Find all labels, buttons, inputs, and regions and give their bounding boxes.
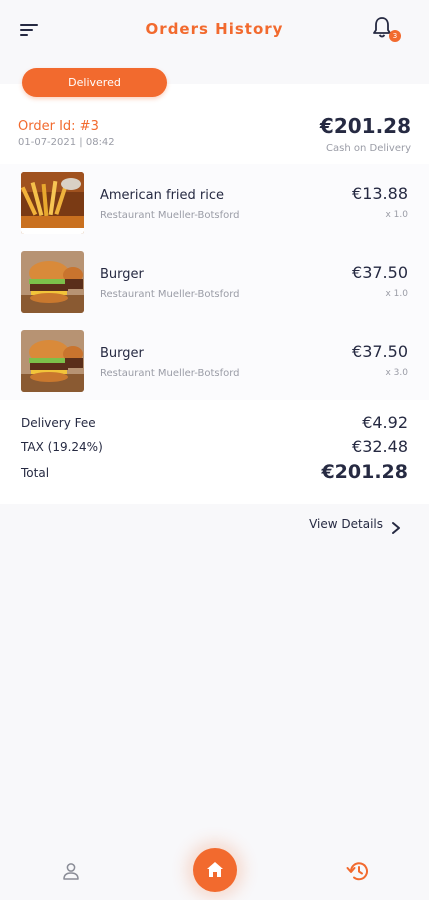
home-icon: [207, 862, 223, 877]
app-root: Orders History 3 Order Id: #3 01-07-2021…: [0, 0, 429, 900]
chevron-right-icon[interactable]: [391, 521, 401, 535]
list-item[interactable]: Burger Restaurant Mueller-Botsford €37.5…: [0, 247, 429, 317]
status-badge: Delivered: [22, 68, 167, 97]
notifications-button[interactable]: 3: [371, 16, 401, 44]
delivery-fee-value: €4.92: [362, 413, 408, 432]
header: Orders History 3: [0, 0, 429, 60]
fries-photo: [21, 172, 84, 234]
item-price: €37.50: [352, 263, 408, 282]
item-name: Burger: [100, 267, 144, 282]
order-card: Order Id: #3 01-07-2021 | 08:42 €201.28 …: [0, 84, 429, 504]
history-icon[interactable]: [345, 859, 371, 883]
total-label: Total: [21, 466, 50, 480]
home-button[interactable]: [193, 848, 237, 892]
page-title: Orders History: [145, 20, 284, 38]
order-datetime: 01-07-2021 | 08:42: [18, 137, 115, 148]
item-price: €13.88: [352, 184, 408, 203]
view-details-link[interactable]: View Details: [309, 517, 383, 531]
order-total: €201.28: [319, 114, 411, 138]
tax-value: €32.48: [352, 437, 408, 456]
user-icon[interactable]: [62, 862, 80, 880]
item-price: €37.50: [352, 342, 408, 361]
burger-photo: [21, 330, 84, 392]
item-restaurant: Restaurant Mueller-Botsford: [100, 289, 240, 300]
delivery-fee-label: Delivery Fee: [21, 416, 96, 430]
burger-photo: [21, 251, 84, 313]
item-restaurant: Restaurant Mueller-Botsford: [100, 210, 240, 221]
list-item[interactable]: Burger Restaurant Mueller-Botsford €37.5…: [0, 326, 429, 396]
bottom-nav: [0, 840, 429, 900]
total-value: €201.28: [321, 461, 408, 483]
item-quantity: x 1.0: [385, 210, 409, 220]
tax-label: TAX (19.24%): [21, 440, 103, 454]
item-quantity: x 3.0: [385, 368, 409, 378]
item-restaurant: Restaurant Mueller-Botsford: [100, 368, 240, 379]
order-items: American fried rice Restaurant Mueller-B…: [0, 164, 429, 400]
order-id: Order Id: #3: [18, 119, 99, 134]
item-name: American fried rice: [100, 188, 225, 203]
notification-badge: 3: [389, 30, 401, 42]
item-name: Burger: [100, 346, 144, 361]
list-item[interactable]: American fried rice Restaurant Mueller-B…: [0, 168, 429, 238]
item-quantity: x 1.0: [385, 289, 409, 299]
payment-method: Cash on Delivery: [326, 143, 411, 154]
